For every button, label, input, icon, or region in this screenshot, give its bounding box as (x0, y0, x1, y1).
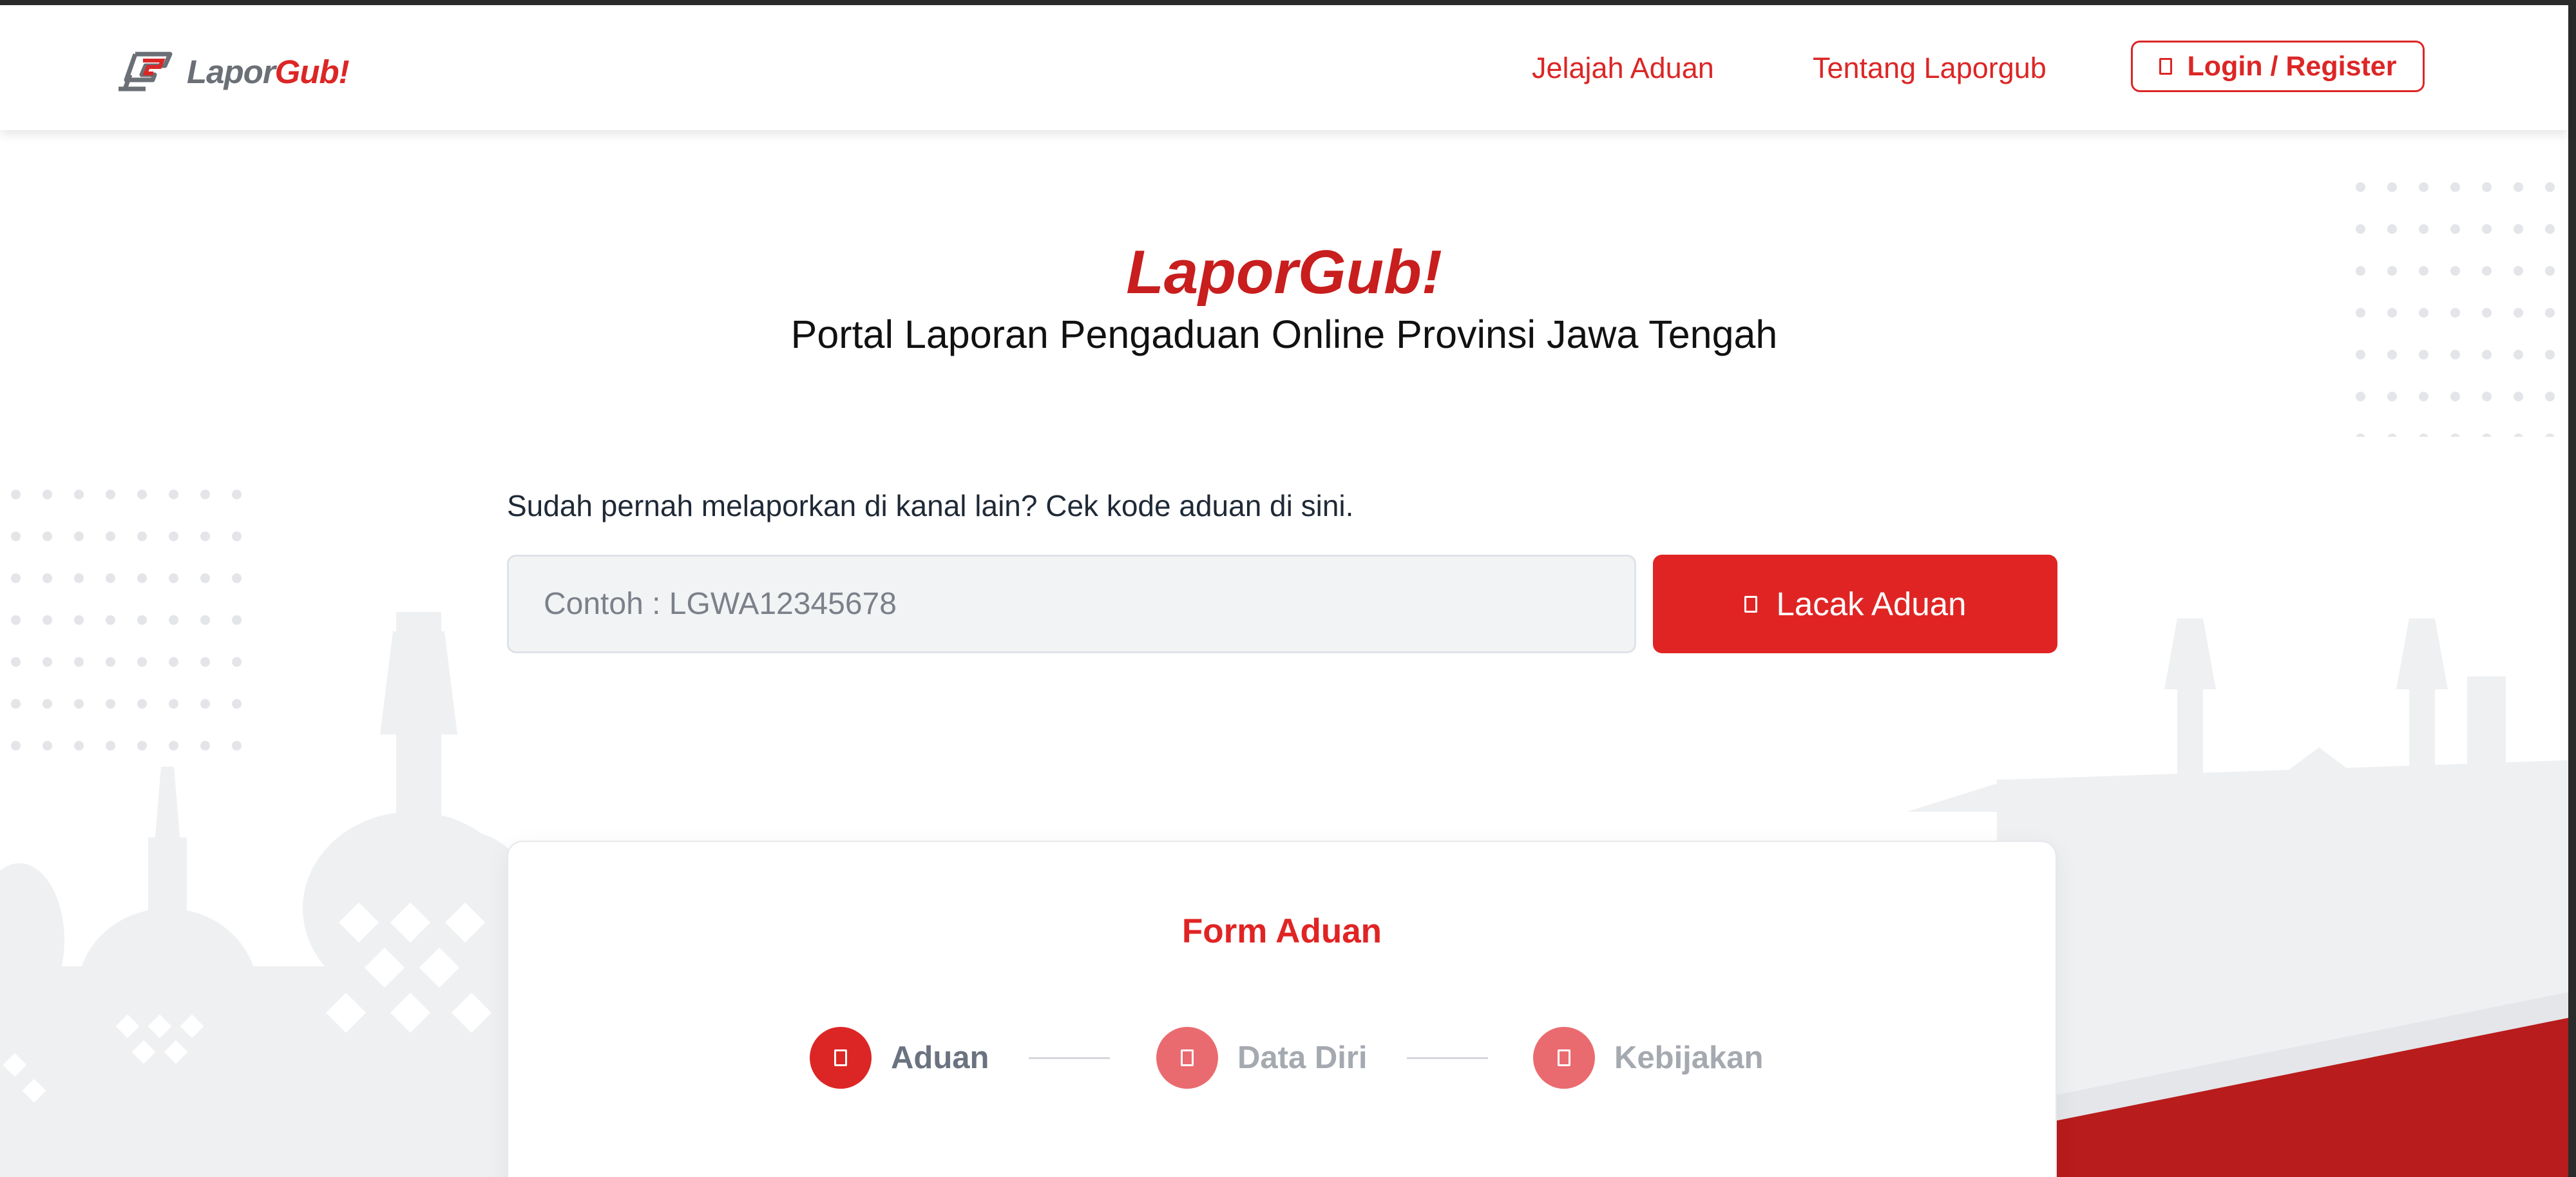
form-stepper: Aduan Data Diri Kebijakan (508, 1026, 2056, 1090)
step-kebijakan-label: Kebijakan (1614, 1040, 1764, 1075)
brand-name: LaporGub! (187, 53, 350, 90)
laporgub-logo-icon (119, 52, 173, 91)
window-right-border (2568, 0, 2576, 1177)
nav-link-jelajah-aduan[interactable]: Jelajah Aduan (1532, 52, 1714, 85)
brand-logo[interactable]: LaporGub! (116, 49, 350, 94)
step-aduan[interactable]: Aduan (810, 1026, 989, 1090)
nav-link-tentang-laporgub[interactable]: Tentang Laporgub (1813, 52, 2046, 85)
step-kebijakan[interactable]: Kebijakan (1533, 1026, 1763, 1090)
lacak-aduan-label: Lacak Aduan (1776, 586, 1967, 622)
hero-subtitle: Portal Laporan Pengaduan Online Provinsi… (790, 312, 1778, 356)
complaint-code-input[interactable] (507, 555, 1636, 653)
hero-title: LaporGub! (1126, 238, 1442, 307)
step-aduan-label: Aduan (891, 1040, 989, 1075)
login-register-button[interactable]: Login / Register (2131, 41, 2425, 92)
form-aduan-card: Form Aduan Aduan Data Diri Kebijakan (507, 841, 2057, 1177)
step-data-diri-label: Data Diri (1237, 1040, 1368, 1075)
lacak-aduan-button[interactable]: Lacak Aduan (1653, 555, 2057, 653)
step-aduan-circle (810, 1027, 872, 1089)
policy-icon (1558, 1049, 1570, 1066)
step-data-diri-circle (1156, 1027, 1218, 1089)
step-connector (1407, 1057, 1488, 1059)
form-title: Form Aduan (1181, 912, 1382, 950)
document-icon (834, 1049, 847, 1066)
step-kebijakan-circle (1533, 1027, 1595, 1089)
top-navbar: LaporGub! Jelajah Aduan Tentang Laporgub… (0, 5, 2568, 130)
step-connector (1029, 1057, 1110, 1059)
login-register-label: Login / Register (2187, 50, 2397, 82)
window-top-border (0, 0, 2576, 5)
step-data-diri[interactable]: Data Diri (1156, 1026, 1368, 1090)
skyline-left-illustration (0, 612, 515, 1177)
user-icon (1181, 1049, 1194, 1066)
page: LaporGub! Jelajah Aduan Tentang Laporgub… (0, 0, 2576, 1177)
login-icon (2159, 58, 2172, 75)
track-prompt-text: Sudah pernah melaporkan di kanal lain? C… (507, 489, 1354, 522)
search-icon (1744, 595, 1757, 613)
